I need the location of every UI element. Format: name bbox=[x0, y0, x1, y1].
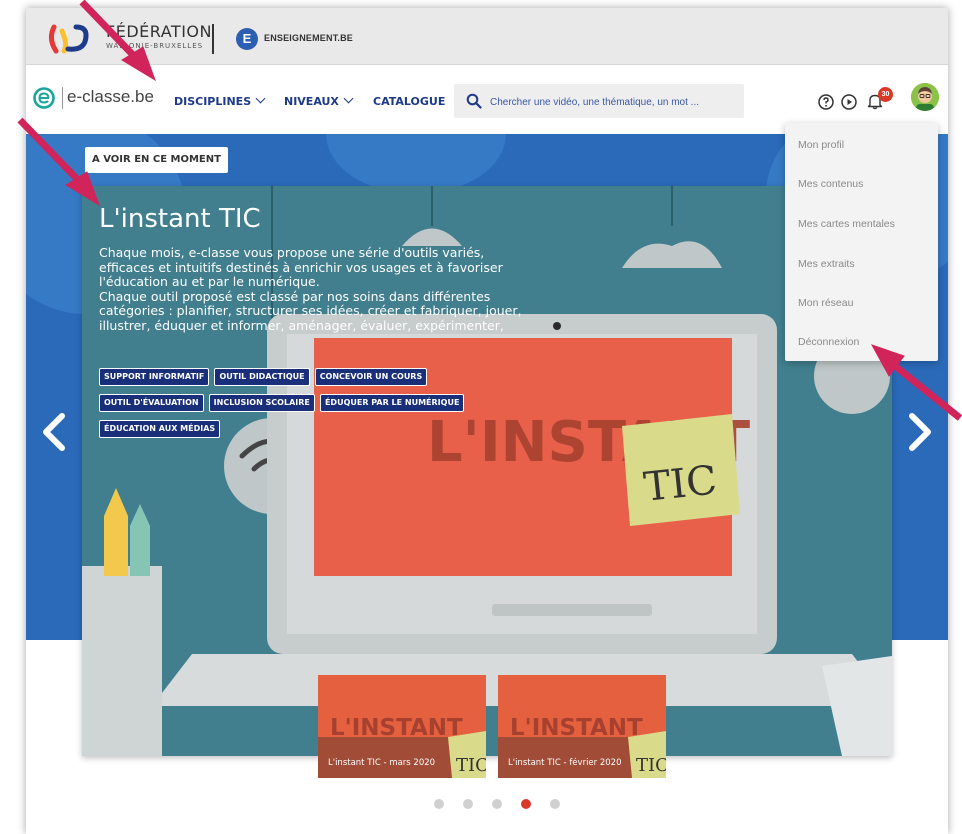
slide-description: Chaque mois, e-classe vous propose une s… bbox=[99, 245, 539, 333]
enseignement-link[interactable]: ENSEIGNEMENT.BE bbox=[264, 33, 353, 43]
menu-item-profil[interactable]: Mon profil bbox=[798, 139, 844, 151]
tag-list: SUPPORT INFORMATIF OUTIL DIDACTIQUE CONC… bbox=[99, 364, 519, 442]
tag-education-aux-medias[interactable]: ÉDUCATION AUX MÉDIAS bbox=[99, 420, 221, 438]
carousel-dot[interactable] bbox=[434, 799, 444, 809]
user-menu-dropdown: Mon profil Mes contenus Mes cartes menta… bbox=[785, 123, 938, 361]
menu-item-contenus[interactable]: Mes contenus bbox=[798, 178, 863, 190]
thumbnail-caption: L'instant TIC - février 2020 bbox=[508, 758, 622, 768]
notification-badge[interactable]: 30 bbox=[878, 87, 893, 102]
artwork-note-text: TIC bbox=[642, 457, 720, 510]
menu-item-reseau[interactable]: Mon réseau bbox=[798, 297, 853, 309]
institution-bar: FÉDÉRATION WALLONIE-BRUXELLES E ENSEIGNE… bbox=[26, 8, 948, 65]
menu-item-deconnexion[interactable]: Déconnexion bbox=[798, 336, 859, 348]
header-divider bbox=[212, 24, 214, 54]
help-icon[interactable] bbox=[818, 94, 834, 110]
description-line: efficaces et intuitifs destinés à enrich… bbox=[99, 259, 503, 275]
search-icon[interactable] bbox=[466, 93, 482, 109]
play-icon[interactable] bbox=[841, 94, 857, 110]
carousel-prev-arrow-icon[interactable] bbox=[40, 412, 68, 452]
description-line: l'éducation au et par le numérique. bbox=[99, 274, 320, 289]
carousel-dots bbox=[434, 794, 574, 813]
thumbnail-note: TIC bbox=[456, 755, 486, 776]
slide-title: L'instant TIC bbox=[99, 204, 261, 234]
description-line: Chaque mois, e-classe vous propose une s… bbox=[99, 245, 485, 260]
tag-outil-evaluation[interactable]: OUTIL D'ÉVALUATION bbox=[99, 394, 204, 412]
user-avatar[interactable] bbox=[911, 83, 939, 111]
federation-name[interactable]: FÉDÉRATION WALLONIE-BRUXELLES bbox=[106, 22, 212, 50]
eclasse-logo-icon[interactable] bbox=[33, 87, 55, 109]
search-input[interactable] bbox=[488, 90, 742, 114]
search-box[interactable] bbox=[454, 84, 744, 118]
carousel-dot-active[interactable] bbox=[521, 799, 532, 809]
hero-bg-shape bbox=[326, 134, 506, 194]
carousel-dot[interactable] bbox=[463, 799, 474, 809]
description-line: Chaque outil proposé est classé par nos … bbox=[99, 288, 491, 304]
thumbnail-card[interactable]: L'INSTANT TIC L'instant TIC - mars 2020 bbox=[318, 675, 486, 778]
federation-title: FÉDÉRATION bbox=[106, 22, 212, 41]
carousel-dot[interactable] bbox=[492, 799, 503, 809]
thumbnail-card[interactable]: L'INSTANT TIC L'instant TIC - février 20… bbox=[498, 675, 666, 778]
brand-name[interactable]: e-classe.be bbox=[67, 87, 154, 107]
avatar-image bbox=[911, 83, 939, 111]
nav-niveaux[interactable]: NIVEAUX bbox=[284, 93, 354, 108]
thumbnail-heading: L'INSTANT bbox=[510, 715, 643, 741]
nav-disciplines[interactable]: DISCIPLINES bbox=[174, 93, 266, 108]
nav-disciplines-label: DISCIPLINES bbox=[174, 95, 252, 108]
tag-outil-didactique[interactable]: OUTIL DIDACTIQUE bbox=[214, 368, 310, 386]
description-line: illustrer, éduquer et informer, aménager… bbox=[99, 317, 504, 333]
federation-subtitle: WALLONIE-BRUXELLES bbox=[106, 42, 204, 50]
thumbnail-note: TIC bbox=[636, 755, 666, 776]
thumbnail-caption: L'instant TIC - mars 2020 bbox=[328, 758, 436, 768]
menu-item-cartes-mentales[interactable]: Mes cartes mentales bbox=[798, 218, 895, 230]
menu-item-extraits[interactable]: Mes extraits bbox=[798, 258, 855, 270]
enseignement-logo-icon[interactable]: E bbox=[236, 28, 258, 50]
brand-divider bbox=[62, 87, 63, 109]
tag-support-informatif[interactable]: SUPPORT INFORMATIF bbox=[99, 368, 210, 386]
federation-logo-icon[interactable] bbox=[46, 21, 92, 55]
tag-concevoir-un-cours[interactable]: CONCEVOIR UN COURS bbox=[314, 368, 428, 386]
thumbnail-heading: L'INSTANT bbox=[330, 715, 463, 741]
chevron-down-icon bbox=[255, 93, 266, 104]
carousel-dot[interactable] bbox=[550, 799, 561, 809]
carousel-next-arrow-icon[interactable] bbox=[906, 412, 934, 452]
description-line: catégories : planifier, structurer ses i… bbox=[99, 303, 522, 318]
tag-eduquer-par-le-numerique[interactable]: ÉDUQUER PAR LE NUMÉRIQUE bbox=[319, 394, 465, 412]
nav-catalogue[interactable]: CATALOGUE bbox=[373, 95, 445, 108]
now-showing-badge: A VOIR EN CE MOMENT bbox=[85, 147, 228, 173]
chevron-down-icon bbox=[343, 93, 354, 104]
tag-inclusion-scolaire[interactable]: INCLUSION SCOLAIRE bbox=[208, 394, 315, 412]
nav-niveaux-label: NIVEAUX bbox=[284, 95, 339, 108]
